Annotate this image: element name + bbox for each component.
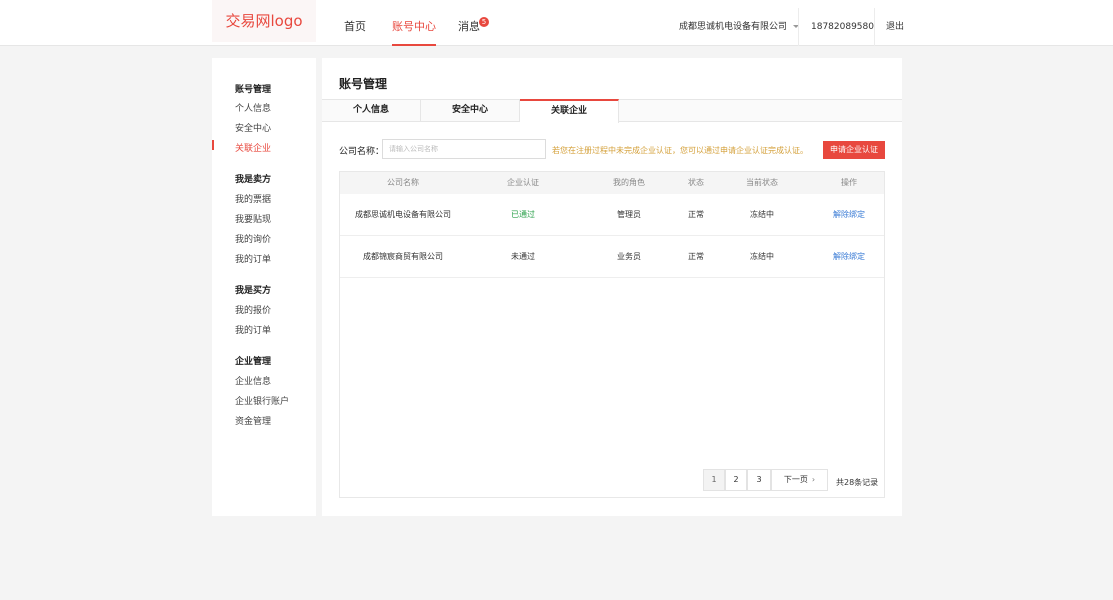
sidebar-item-discount[interactable]: 我要贴现 <box>235 212 271 225</box>
header-divider <box>798 8 799 46</box>
nav-messages[interactable]: 消息 5 <box>458 0 489 46</box>
sidebar-item-my-inquiries[interactable]: 我的询价 <box>235 232 271 245</box>
nav-home[interactable]: 首页 <box>344 0 366 46</box>
column-header: 企业认证 <box>507 178 539 187</box>
message-count-badge: 5 <box>479 17 489 27</box>
companies-table: 公司名称 企业认证 我的角色 状态 当前状态 操作 成都思诚机电设备有限公司 已… <box>339 171 885 498</box>
sidebar-item-linked-companies[interactable]: 关联企业 <box>235 141 271 154</box>
next-page-label: 下一页 <box>783 475 808 484</box>
table-row: 成都思诚机电设备有限公司 已通过 管理员 正常 冻结中 解除绑定 <box>340 194 884 236</box>
search-label: 公司名称： <box>339 147 385 157</box>
column-header: 我的角色 <box>613 178 645 187</box>
sidebar: 账号管理 个人信息 安全中心 关联企业 我是卖方 我的票据 我要贴现 我的询价 … <box>212 58 316 516</box>
sidebar-item-fund-management[interactable]: 资金管理 <box>235 414 271 427</box>
page-button-2[interactable]: 2 <box>725 469 747 491</box>
company-switcher-label: 成都思诚机电设备有限公司 <box>679 22 788 32</box>
cell-status: 正常 <box>688 210 704 219</box>
company-switcher[interactable]: 成都思诚机电设备有限公司 <box>679 0 800 46</box>
next-page-button[interactable]: 下一页 › <box>771 469 828 491</box>
cell-role: 管理员 <box>617 210 641 219</box>
cell-current-status: 冻结中 <box>750 210 774 219</box>
sidebar-section-title: 账号管理 <box>235 85 272 95</box>
cell-company-name: 成都锦宸商贸有限公司 <box>363 252 443 261</box>
header-divider <box>874 8 875 46</box>
tab-bar: 个人信息 安全中心 关联企业 <box>322 99 902 123</box>
sidebar-item-personal-info[interactable]: 个人信息 <box>235 101 271 114</box>
unbind-link[interactable]: 解除绑定 <box>819 236 879 278</box>
column-header: 当前状态 <box>746 178 778 187</box>
user-phone: 18782089580 <box>811 22 874 32</box>
sidebar-section-title: 我是买方 <box>235 286 272 296</box>
column-header: 公司名称 <box>387 178 419 187</box>
tab-linked-companies[interactable]: 关联企业 <box>520 99 619 123</box>
cell-status: 正常 <box>688 252 704 261</box>
certification-tip: 若您在注册过程中未完成企业认证，您可以通过申请企业认证完成认证。 <box>552 146 808 155</box>
tab-security-center[interactable]: 安全中心 <box>421 99 520 122</box>
sidebar-item-my-bills[interactable]: 我的票据 <box>235 192 271 205</box>
apply-certification-button[interactable]: 申请企业认证 <box>823 141 885 159</box>
tab-personal-info[interactable]: 个人信息 <box>322 99 421 122</box>
nav-account-center[interactable]: 账号中心 <box>384 0 444 46</box>
column-header: 操作 <box>841 178 857 187</box>
column-header: 状态 <box>688 178 704 187</box>
sidebar-item-security-center[interactable]: 安全中心 <box>235 121 271 134</box>
sidebar-active-marker <box>212 140 214 150</box>
page-button-1[interactable]: 1 <box>703 469 725 491</box>
main-panel: 账号管理 个人信息 安全中心 关联企业 公司名称： 若您在注册过程中未完成企业认… <box>322 58 902 516</box>
sidebar-item-company-info[interactable]: 企业信息 <box>235 374 271 387</box>
page-button-3[interactable]: 3 <box>747 469 771 491</box>
cell-role: 业务员 <box>617 252 641 261</box>
sidebar-item-bank-accounts[interactable]: 企业银行账户 <box>235 394 289 407</box>
company-name-input[interactable] <box>382 139 546 159</box>
sidebar-section-title: 企业管理 <box>235 357 272 367</box>
unbind-link[interactable]: 解除绑定 <box>819 194 879 236</box>
cell-certification: 已通过 <box>511 210 535 219</box>
sidebar-item-seller-orders[interactable]: 我的订单 <box>235 252 271 265</box>
cell-company-name: 成都思诚机电设备有限公司 <box>355 210 451 219</box>
table-row: 成都锦宸商贸有限公司 未通过 业务员 正常 冻结中 解除绑定 <box>340 236 884 278</box>
chevron-right-icon: › <box>811 475 816 484</box>
page-title: 账号管理 <box>339 77 388 91</box>
site-logo[interactable]: 交易网logo <box>212 0 316 42</box>
logout-link[interactable]: 退出 <box>886 0 904 46</box>
sidebar-section-title: 我是卖方 <box>235 175 272 185</box>
cell-certification: 未通过 <box>511 252 535 261</box>
sidebar-item-buyer-orders[interactable]: 我的订单 <box>235 323 271 336</box>
sidebar-item-my-quotes[interactable]: 我的报价 <box>235 303 271 316</box>
top-bar: 交易网logo 首页 账号中心 消息 5 成都思诚机电设备有限公司 187820… <box>0 0 1113 46</box>
cell-current-status: 冻结中 <box>750 252 774 261</box>
total-records: 共28条记录 <box>836 478 879 487</box>
nav-messages-label: 消息 <box>458 20 480 33</box>
table-header: 公司名称 企业认证 我的角色 状态 当前状态 操作 <box>340 172 884 194</box>
